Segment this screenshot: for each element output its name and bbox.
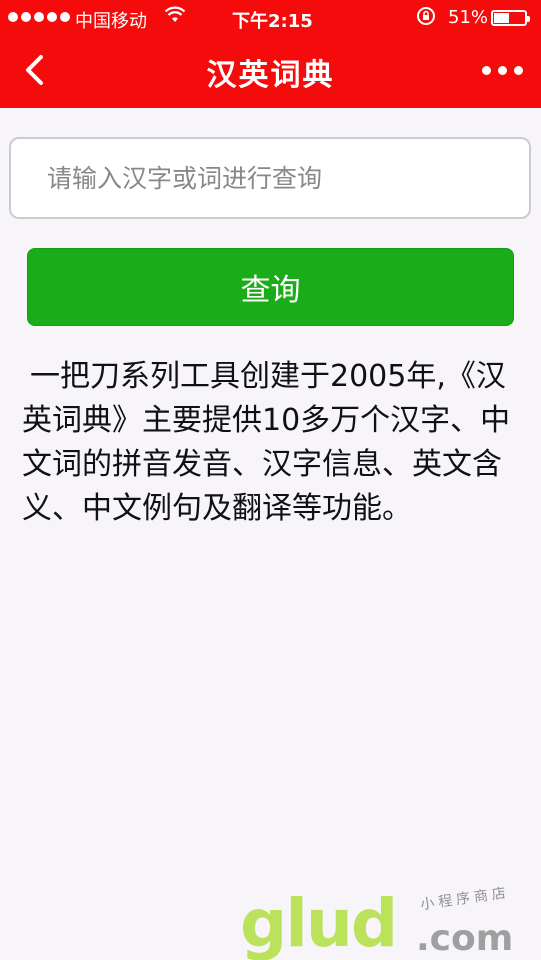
watermark-logo: glud 小程序商店 .com [240,880,540,960]
watermark-tagline: 小程序商店 [419,884,511,914]
carrier-name: 中国移动 [75,11,147,32]
watermark-main: glud [240,885,398,960]
top-bar: 中国移动 下午2:15 51% 汉英词典 [0,0,541,108]
page: 中国移动 下午2:15 51% 汉英词典 请输入汉字或词进行查询 查询 一把刀系… [0,0,541,960]
status-bar: 中国移动 下午2:15 51% [0,0,541,36]
more-menu-button[interactable] [482,66,523,75]
rotation-lock-icon [416,6,436,30]
battery-icon [491,10,530,26]
watermark-suffix: .com [416,918,514,959]
battery-percent: 51% [448,7,489,28]
signal-dots-icon [8,12,70,22]
search-field[interactable] [9,137,531,219]
battery-fill [494,13,509,23]
status-time: 下午2:15 [232,11,313,32]
query-button[interactable]: 查询 [27,248,514,326]
more-dots-icon [482,66,491,75]
wifi-icon [164,6,186,29]
nav-bar: 汉英词典 [0,36,541,108]
description-text: 一把刀系列工具创建于2005年,《汉英词典》主要提供10多万个汉字、中文词的拼音… [22,359,511,526]
query-button-label: 查询 [240,273,301,308]
search-input[interactable] [11,139,529,217]
page-title: 汉英词典 [206,58,335,93]
